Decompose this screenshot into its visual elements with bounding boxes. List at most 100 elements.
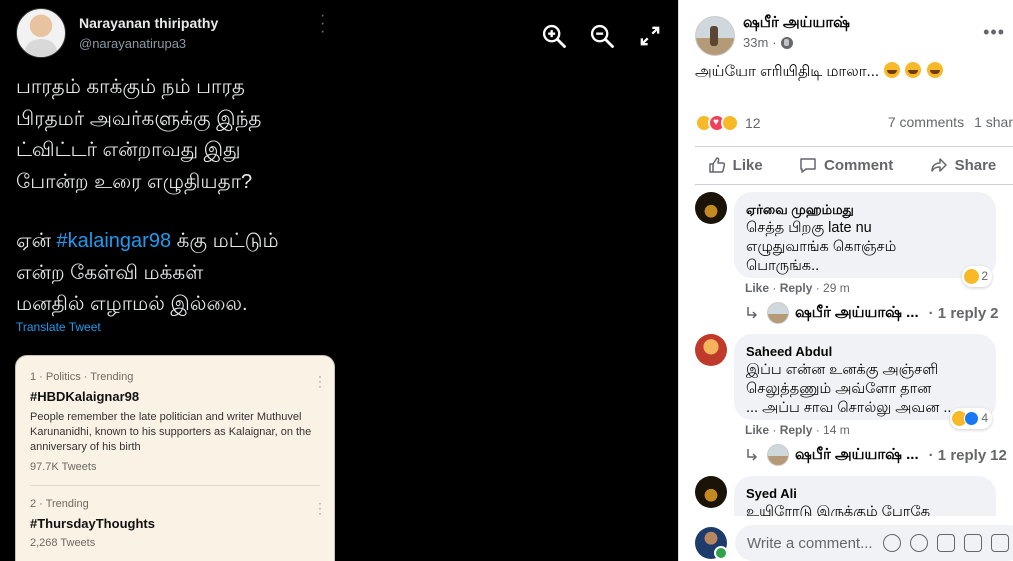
composer-tools [882, 534, 1009, 552]
haha-reaction-icon [964, 269, 980, 284]
post-time[interactable]: 33m [743, 35, 768, 50]
comment-button[interactable]: Comment [798, 148, 893, 182]
comment-icon [800, 158, 816, 173]
commenter-avatar[interactable] [695, 192, 727, 224]
reply-count-extra: 12 [990, 446, 1007, 464]
post-meta: 33m · [743, 35, 850, 50]
commenter-avatar[interactable] [695, 334, 727, 366]
avatar-sticker-icon[interactable] [882, 534, 901, 552]
trend-tag: #ThursdayThoughts [30, 516, 155, 531]
care-reaction-icon [721, 114, 739, 132]
trends-card: 1 · Politics · Trending #HBDKalaignar98 … [15, 355, 335, 561]
tweet-text-para-1: பாரதம் காக்கும் நம் பாரத பிரதமர் அவர்களு… [16, 76, 262, 193]
trend-count: 97.7K Tweets [30, 461, 97, 473]
like-button[interactable]: Like [707, 148, 763, 182]
post-options-icon[interactable]: ••• [983, 22, 1005, 43]
viewer-controls [540, 22, 664, 50]
reply-count-extra: 2 [990, 304, 999, 322]
post-text-content: அய்யோ எரியிதிடி மாலா... [695, 63, 880, 80]
zoom-out-icon[interactable] [588, 22, 616, 50]
comment-like-button[interactable]: Like [745, 423, 769, 437]
like-label: Like [732, 156, 763, 174]
divider [695, 146, 1013, 147]
comment-time: 29 m [823, 281, 850, 295]
share-button[interactable]: Share [929, 148, 997, 182]
thumbs-up-icon [708, 157, 725, 173]
tweet-author-handle: @narayanatirupa3 [79, 36, 187, 51]
comment-bubble: ஏர்வை முஹம்மது செத்த பிறகு late nu எழுது… [734, 192, 996, 287]
comment: Saheed Abdul இப்ப என்ன உனக்கு அஞ்சளி செல… [695, 334, 996, 429]
fullscreen-icon[interactable] [636, 22, 664, 50]
replier-avatar [767, 444, 789, 466]
comment-input[interactable]: Write a comment... [735, 525, 1013, 561]
replier-name: ஷபீர் அய்யாஷ் ... [795, 303, 919, 321]
trend-meta: 2 · Trending [30, 498, 89, 510]
current-user-avatar[interactable] [695, 527, 728, 560]
rofl-emoji-icon [926, 62, 943, 78]
zoom-in-icon[interactable] [540, 22, 568, 50]
tweet-header: Narayanan thiripathy @narayanatirupa3 [16, 8, 218, 58]
comments-count[interactable]: 7 comments [888, 114, 964, 130]
comment-text: செத்த பிறகு late nu எழுதுவாங்க கொஞ்சம் ப… [746, 220, 897, 274]
emoji-icon[interactable] [909, 534, 928, 552]
photo-viewer: Narayanan thiripathy @narayanatirupa3 · ·… [0, 0, 678, 561]
comment-reply-button[interactable]: Reply [780, 281, 813, 295]
post-header: ஷபீர் அய்யாஷ் 33m · [695, 14, 850, 56]
reply-arrow-icon [747, 449, 758, 461]
trend-more-icon: · · · [318, 369, 322, 393]
share-arrow-icon [930, 158, 947, 172]
comment-bubble: Saheed Abdul இப்ப என்ன உனக்கு அஞ்சளி செல… [734, 334, 996, 429]
comment-time: 14 m [823, 423, 850, 437]
reaction-summary[interactable]: 12 [695, 114, 761, 132]
tweet-text-para-2: ஏன் #kalaingar98 க்கு மட்டும் என்ற கேள்வ… [16, 226, 336, 321]
translate-tweet-link: Translate Tweet [16, 320, 101, 334]
reply-count: · 1 reply [928, 304, 987, 322]
view-replies[interactable]: ஷபீர் அய்யாஷ் ... · 1 reply 2 [745, 302, 999, 324]
comment-text: இப்ப என்ன உனக்கு அஞ்சளி செலுத்தணும் அவ்ள… [746, 362, 952, 416]
comment-label: Comment [824, 156, 894, 174]
comment-reactions[interactable]: 2 [962, 266, 992, 287]
trend-count: 2,268 Tweets [30, 537, 96, 549]
camera-icon[interactable] [936, 534, 955, 552]
tweet-author-name: Narayanan thiripathy [79, 15, 219, 31]
trend-meta: 1 · Politics · Trending [30, 371, 134, 383]
replier-name: ஷபீர் அய்யாஷ் ... [795, 445, 919, 463]
trend-item: 1 · Politics · Trending #HBDKalaignar98 … [16, 356, 334, 473]
engagement-counts: 7 comments 1 shar [888, 114, 1013, 130]
tweet-author: Narayanan thiripathy @narayanatirupa3 [79, 15, 218, 51]
reaction-count: 12 [745, 115, 761, 131]
tweet-text-prefix: ஏன் [16, 230, 57, 252]
divider [695, 184, 1013, 185]
gif-icon[interactable] [963, 534, 982, 552]
post-author: ஷபீர் அய்யாஷ் 33m · [743, 14, 850, 56]
comment: ஏர்வை முஹம்மது செத்த பிறகு late nu எழுது… [695, 192, 996, 287]
comment-reactions[interactable]: 4 [950, 408, 992, 429]
view-replies[interactable]: ஷபீர் அய்யாஷ் ... · 1 reply 12 [745, 444, 1007, 466]
trend-item: 2 · Trending #ThursdayThoughts 2,268 Twe… [16, 486, 334, 549]
post-actions: Like Comment Share [679, 148, 1013, 182]
post-author-name[interactable]: ஷபீர் அய்யாஷ் [743, 14, 850, 33]
post-panel: ஷபீர் அய்யாஷ் 33m · ••• அய்யோ எரியிதிடி … [678, 0, 1013, 561]
tweet-hashtag: #kalaingar98 [56, 230, 172, 252]
comment-actions: Like · Reply · 14 m [745, 423, 850, 437]
sticker-icon[interactable] [990, 534, 1009, 552]
commenter-avatar[interactable] [695, 476, 727, 508]
globe-icon [780, 36, 793, 49]
trend-tag: #HBDKalaignar98 [30, 389, 140, 404]
commenter-name[interactable]: Syed Ali [746, 484, 984, 503]
shares-count[interactable]: 1 shar [974, 114, 1013, 130]
reply-count: · 1 reply [928, 446, 987, 464]
commenter-name[interactable]: ஏர்வை முஹம்மது [746, 200, 984, 219]
share-label: Share [954, 156, 997, 174]
rofl-emoji-icon [905, 62, 922, 78]
comment-like-button[interactable]: Like [745, 281, 769, 295]
commenter-name[interactable]: Saheed Abdul [746, 342, 984, 361]
like-reaction-icon [964, 411, 980, 426]
comment-input-placeholder: Write a comment... [747, 534, 873, 552]
comment-reply-button[interactable]: Reply [780, 423, 813, 437]
trend-description: People remember the late politician and … [30, 411, 312, 453]
post-author-avatar[interactable] [695, 16, 735, 56]
comment-reaction-count: 2 [981, 269, 988, 283]
trend-more-icon: · · · [318, 496, 322, 520]
replier-avatar [767, 302, 789, 324]
